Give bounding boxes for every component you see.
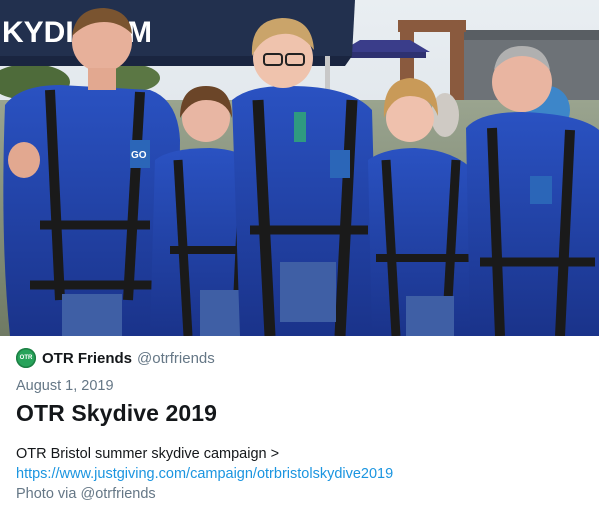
tweet-card[interactable]: KYDI COM GO xyxy=(0,0,599,505)
suit-badge-text: GO xyxy=(131,150,147,161)
tweet-photo[interactable]: KYDI COM GO xyxy=(0,0,599,336)
avatar-text: OTR xyxy=(19,355,33,361)
skydive-group-photo: KYDI COM GO xyxy=(0,0,599,336)
tweet-author[interactable]: OTR OTR Friends @otrfriends xyxy=(16,347,215,369)
post-date: August 1, 2019 xyxy=(16,378,114,394)
avatar[interactable]: OTR xyxy=(16,348,36,368)
author-handle[interactable]: @otrfriends xyxy=(137,350,215,367)
photo-credit: Photo via @otrfriends xyxy=(16,486,156,502)
post-description: OTR Bristol summer skydive campaign > ht… xyxy=(16,444,586,504)
post-title: OTR Skydive 2019 xyxy=(16,400,218,426)
campaign-link[interactable]: https://www.justgiving.com/campaign/otrb… xyxy=(16,466,393,482)
author-name[interactable]: OTR Friends xyxy=(42,350,132,367)
description-text: OTR Bristol summer skydive campaign > xyxy=(16,446,280,462)
